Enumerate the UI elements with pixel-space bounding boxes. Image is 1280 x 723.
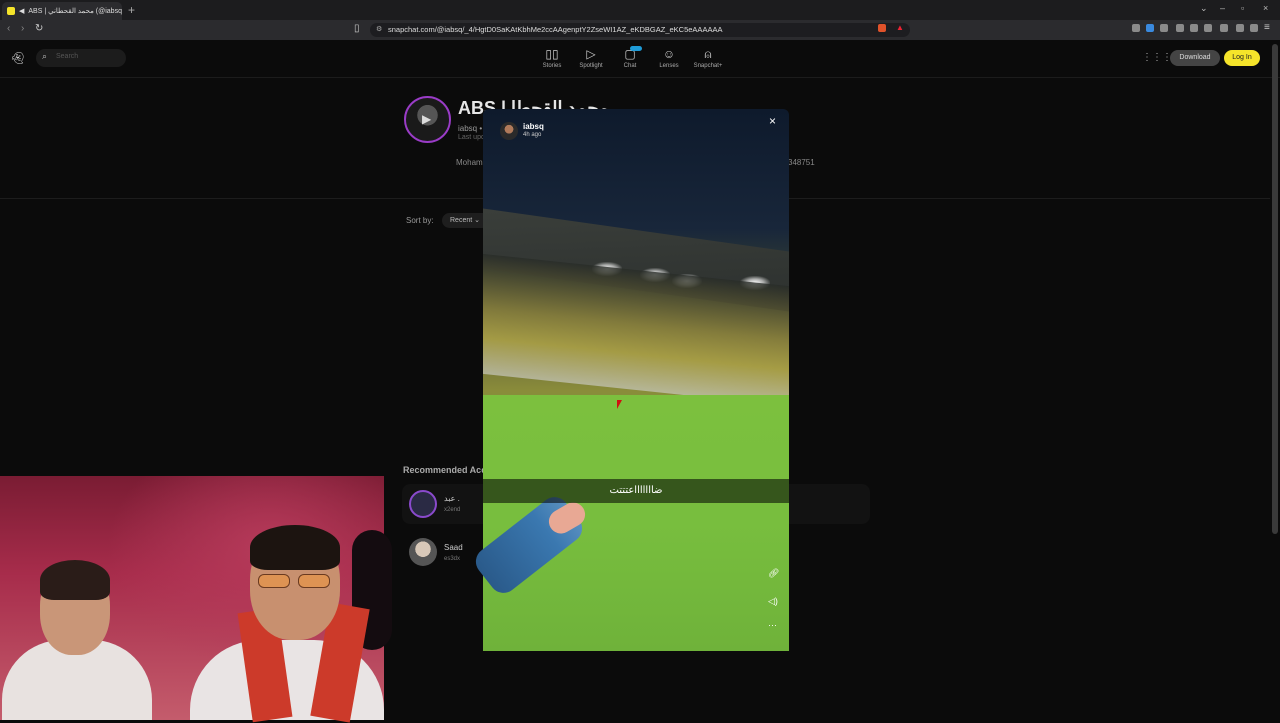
person-right-hair [250,525,340,570]
sidebar-icon[interactable] [1204,24,1212,32]
nav-snapchat-plus-label: Snapchat+ [693,63,723,69]
profile-username: iabsq • [458,124,483,133]
lens-left [258,574,290,588]
link-icon[interactable]: 🔗︎ [768,568,779,579]
more-icon[interactable]: ··· [768,620,777,630]
extension-icon[interactable] [1132,24,1140,32]
mouse-cursor [617,400,622,409]
ghost-plus-icon: ⍝ [704,47,712,61]
recommended-avatar[interactable] [409,490,437,518]
nav-spotlight[interactable]: ▷ Spotlight [573,47,609,69]
recommended-name[interactable]: عبد . [444,494,460,503]
close-icon[interactable]: × [769,114,776,128]
brave-rewards-icon[interactable]: ▲ [896,23,904,32]
story-timestamp: 4h ago [523,132,542,138]
snapchat-logo-icon[interactable]: 👻︎ [10,51,25,65]
back-icon[interactable]: ‹ [7,23,10,34]
browser-tab[interactable]: ◀︎ ABS | محمد القحطاني (@iabsq × [2,2,122,20]
stories-icon: ▯▯ [545,47,559,61]
reload-icon[interactable]: ↻ [35,23,43,34]
menu-icon[interactable]: ≡ [1264,22,1270,33]
lens-icon: ☺ [662,47,676,61]
extension-icon[interactable] [1176,24,1184,32]
play-story-icon: ▶ [422,112,432,126]
tab-title: ABS | محمد القحطاني (@iabsq [28,8,122,15]
volume-icon[interactable]: ◁) [768,596,778,607]
login-button[interactable]: Log In [1224,50,1260,66]
wallet-icon[interactable] [1220,24,1228,32]
vpn-icon[interactable] [1250,24,1258,32]
nav-lenses-label: Lenses [659,63,679,69]
apps-grid-icon[interactable]: ⋮⋮⋮ [1142,52,1172,63]
recommended-title: Recommended Acc [403,465,487,475]
url-bar[interactable]: snapchat.com/@iabsq/_4/HgtD0SaKAtKbhMe2c… [370,23,910,37]
speaker-icon: ◀︎ [19,8,25,15]
leo-icon[interactable] [1236,24,1244,32]
maximize-button[interactable]: ▫ [1241,3,1244,13]
nav-chat-label: Chat [623,63,637,69]
download-button[interactable]: Download [1170,50,1220,66]
chevron-down-icon: ⌄ [474,217,481,224]
brave-shield-icon[interactable] [878,24,886,32]
search-input[interactable]: Search [36,49,126,67]
close-window-button[interactable]: × [1263,3,1268,13]
snapchat-favicon-icon [7,7,15,15]
sort-value: Recent [450,217,473,224]
story-user-avatar[interactable] [500,122,518,140]
recommended-name[interactable]: Saad [444,543,463,552]
minimize-button[interactable]: – [1220,3,1225,13]
extension-icon[interactable] [1160,24,1168,32]
nav-stories-label: Stories [542,63,562,69]
recommended-avatar[interactable] [409,538,437,566]
nav-stories[interactable]: ▯▯ Stories [534,47,570,69]
lens-right [298,574,330,588]
page-scrollbar[interactable] [1272,44,1278,534]
chat-badge [630,46,642,51]
media-icon[interactable] [1190,24,1198,32]
sunglasses [258,574,332,588]
profile-bio-end: 348751 [788,158,815,167]
nav-snapchat-plus[interactable]: ⍝ Snapchat+ [690,47,726,69]
nav-spotlight-label: Spotlight [579,63,603,69]
profile-bio: Moham [456,158,483,167]
new-tab-button[interactable]: + [128,3,135,17]
profile-last-updated: Last upd [458,134,485,141]
extension-icon[interactable] [1146,24,1154,32]
search-icon: ⌕ [42,51,48,61]
nav-lenses[interactable]: ☺ Lenses [651,47,687,69]
play-icon: ▷ [586,47,596,61]
story-caption: ضاااااااعتتتت [609,485,663,496]
recommended-username: x2end [444,507,461,513]
bookmark-icon[interactable]: ▯ [354,23,360,34]
sort-label: Sort by: [406,216,434,225]
site-info-icon[interactable]: ⚙ [376,25,382,33]
browser-tab-bar [0,0,1280,20]
tab-list-icon[interactable]: ⌄ [1200,3,1208,14]
person-left-hair [40,560,110,600]
recommended-username: es3dx [444,556,461,562]
story-username[interactable]: iabsq [523,122,544,131]
forward-icon[interactable]: › [21,23,24,34]
